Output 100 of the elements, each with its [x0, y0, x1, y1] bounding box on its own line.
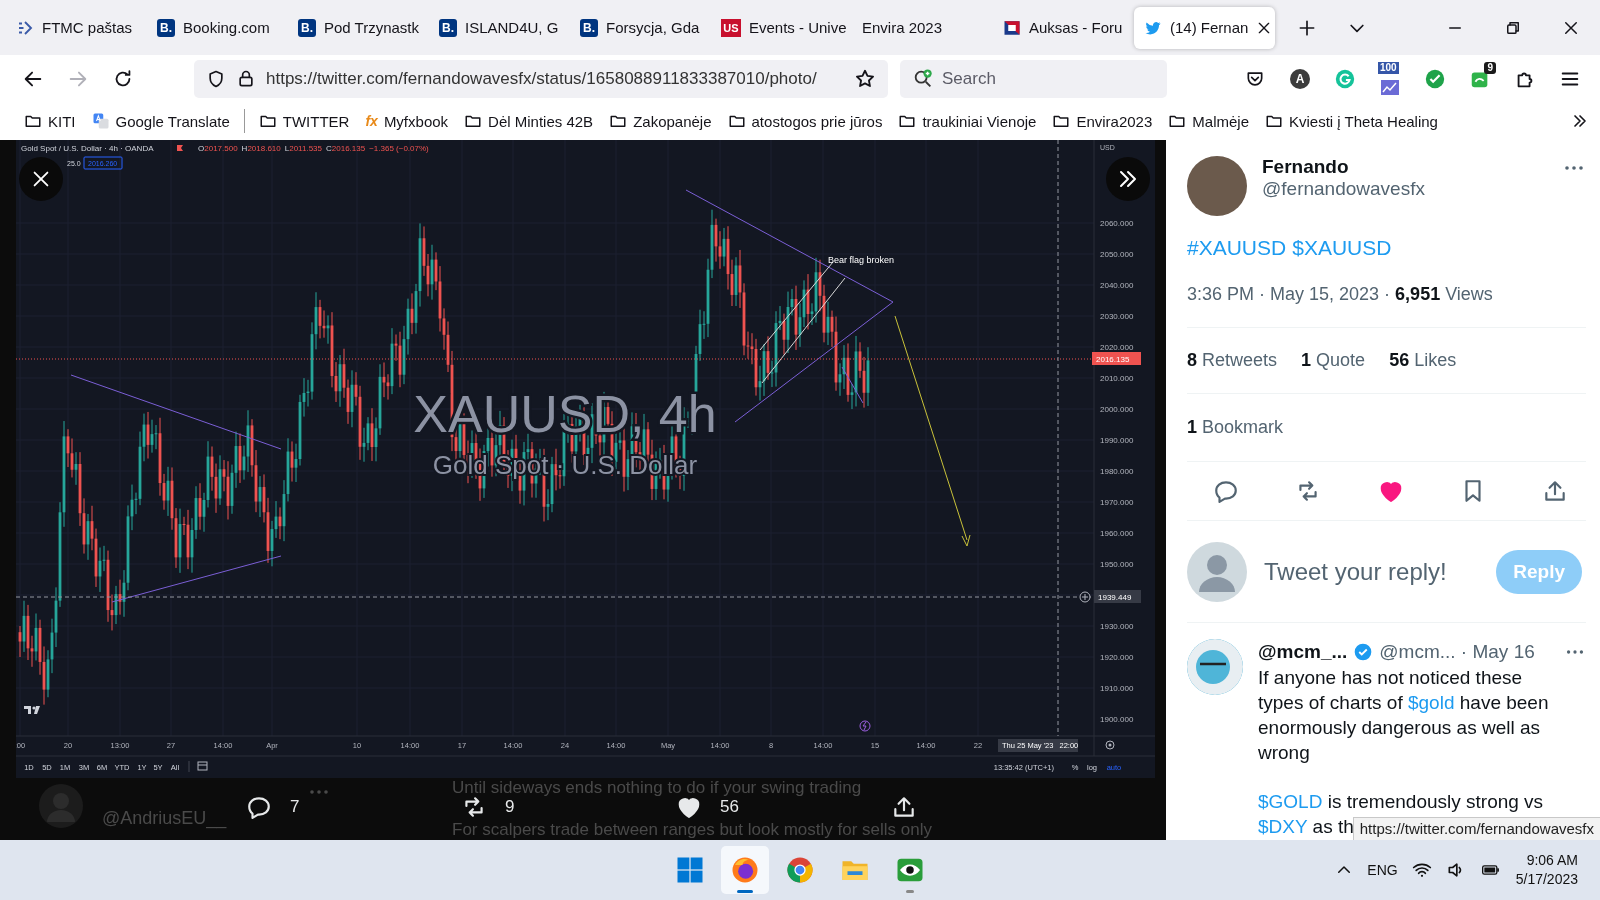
favicon: B.: [157, 18, 175, 37]
clock[interactable]: 9:06 AM 5/17/2023: [1515, 851, 1578, 889]
price-label: 1900.000: [1100, 715, 1134, 724]
bookmark-count[interactable]: 1 Bookmark: [1187, 417, 1284, 438]
browser-tab[interactable]: B. ISLAND4U, G: [429, 6, 570, 49]
browser-tab[interactable]: US Events - Unive: [711, 6, 852, 49]
browser-tab[interactable]: (14) Fernan: [1134, 6, 1275, 49]
search-field[interactable]: Search: [900, 59, 1167, 98]
ftmc-logo-icon: [16, 18, 34, 37]
price-label: 2020.000: [1100, 343, 1134, 352]
reply-author[interactable]: @mcm_...: [1258, 641, 1348, 663]
favicon: B.: [298, 18, 316, 37]
ohlc-readout: O2017.500 H2018.610 L2011.535 C2016.135 −1.365 (−0.07%): [198, 144, 429, 153]
bookmark-item[interactable]: Envira2023: [1046, 109, 1159, 133]
extension-badge: 9: [1484, 61, 1496, 74]
reply-icon[interactable]: [1213, 478, 1239, 504]
link-preview: https://twitter.com/fernandowavesfx: [1359, 820, 1594, 837]
bookmark-item[interactable]: Malmėje: [1162, 109, 1255, 133]
reply-icon[interactable]: [246, 794, 272, 820]
tab-title: Envira 2023: [862, 19, 944, 36]
author-handle[interactable]: @fernandowavesfx: [1262, 178, 1425, 200]
price-label: 1960.000: [1100, 529, 1134, 538]
bookmark-item[interactable]: atostogos prie jūros: [721, 109, 889, 133]
stat-link[interactable]: 56 Likes: [1389, 350, 1457, 371]
profile-letter[interactable]: A: [1290, 68, 1310, 89]
price-label: 1970.000: [1100, 498, 1134, 507]
bookmark-label: KITI: [48, 112, 76, 130]
retweet-count: 9: [505, 797, 515, 817]
reply-input[interactable]: Tweet your reply!: [1264, 557, 1474, 586]
plus-icon: [1079, 591, 1091, 603]
chart-icon[interactable]: [1380, 78, 1400, 96]
bookmark-item[interactable]: fx Myfxbook: [359, 109, 455, 133]
favicon: US: [721, 18, 741, 37]
reply-meta: @mcm... · May 16: [1379, 641, 1535, 663]
star-icon[interactable]: [854, 67, 876, 90]
price-label: 2030.000: [1100, 312, 1134, 321]
price-label: 1920.000: [1100, 653, 1134, 662]
bookmark-item[interactable]: traukiniai Vienoje: [892, 109, 1043, 133]
tweet-meta: 3:36 PM · May 15, 2023 · 6,951 Views: [1187, 284, 1493, 304]
tweet-text: For scalpers trade between ranges but look mostly for sells only: [452, 820, 932, 839]
fx-logo-icon: fx: [365, 113, 378, 129]
bookmark-item[interactable]: Kviesti į Theta Healing: [1259, 109, 1444, 133]
price-label: 2010.000: [1100, 374, 1134, 383]
taskbar-app[interactable]: [721, 846, 769, 894]
browser-tab[interactable]: Auksas - Foru: [993, 6, 1134, 49]
bookmark-label: traukiniai Vienoje: [922, 112, 1037, 130]
tab-title: (14) Fernan: [1170, 19, 1249, 36]
address-bar[interactable]: https://twitter.com/fernandowavesfx/status/1658088911833387010/photo/: [194, 59, 888, 98]
translate-icon: [91, 112, 110, 130]
bookmark-label: Envira2023: [1076, 112, 1153, 130]
price-label: 2000.000: [1100, 405, 1134, 414]
bookmark-item[interactable]: Zakopanėje: [603, 109, 718, 133]
stat-link[interactable]: 8 Retweets: [1187, 350, 1278, 371]
author-handle: @AndriusEU__: [102, 808, 227, 829]
bookmark-label: TWITTER: [282, 112, 350, 130]
circle-logo-icon: [1334, 67, 1356, 90]
browser-tab[interactable]: Envira 2023: [852, 6, 993, 49]
reply-count: 7: [290, 797, 300, 817]
price-label: 1930.000: [1100, 622, 1134, 631]
browser-tab[interactable]: FTMC paštas: [6, 6, 147, 49]
share-icon[interactable]: [891, 794, 917, 820]
settings-icon: [1105, 740, 1115, 750]
tab-title: Events - Unive: [749, 19, 847, 36]
bookmark-label: atostogos prie jūros: [751, 112, 883, 130]
language-indicator[interactable]: ENG: [1367, 862, 1398, 878]
stat-link[interactable]: 1 Quote: [1301, 350, 1366, 371]
favicon: B.: [439, 18, 457, 37]
tv-logo-icon: [24, 706, 40, 714]
price-label: 2050.000: [1100, 250, 1134, 259]
flag-icon: [1003, 18, 1021, 37]
calendar-icon: [197, 761, 208, 771]
avatar[interactable]: [1187, 156, 1247, 216]
bookmark-label: Malmėje: [1192, 112, 1249, 130]
share-icon[interactable]: [1542, 478, 1568, 504]
tab-title: FTMC paštas: [42, 19, 133, 36]
bookmark-item[interactable]: KITI: [18, 109, 82, 133]
shield-icon[interactable]: [206, 68, 226, 89]
url-text: https://twitter.com/fernandowavesfx/status/1658088911833387010/photo/: [266, 68, 818, 89]
bookmark-label: Kviesti į Theta Healing: [1289, 112, 1438, 130]
reply-text: If anyone has not noticed these types of charts of $gold have been enormously dangerous as well as wrong: [1258, 666, 1550, 765]
avatar-drawing: [1187, 639, 1243, 695]
favicon: B.: [580, 18, 598, 37]
price-label: 1990.000: [1100, 436, 1134, 445]
like-count: 56: [720, 797, 739, 817]
firefox-icon: [730, 855, 760, 885]
tweet-text: Until sideways ends nothing to do if your swing trading: [452, 778, 862, 797]
bookmark-item[interactable]: Dėl Minties 42B: [458, 109, 600, 133]
browser-tab[interactable]: B. Booking.com: [147, 6, 288, 49]
bookmark-item[interactable]: TWITTER: [252, 109, 356, 133]
bookmark-item[interactable]: Google Translate: [85, 109, 236, 133]
browser-tab[interactable]: B. Pod Trzynastk: [288, 6, 429, 49]
crosshair-price-label: 1939.449: [1094, 590, 1141, 603]
price-label: 2040.000: [1100, 281, 1134, 290]
bookmark-label: Zakopanėje: [633, 112, 712, 130]
browser-tab[interactable]: B. Forsycja, Gda: [570, 6, 711, 49]
symbol-title: Gold Spot / U.S. Dollar · 4h · OANDA: [21, 144, 154, 153]
price-label: 1980.000: [1100, 467, 1134, 476]
search-icon: [912, 67, 934, 90]
bookmark-label: Myfxbook: [383, 112, 449, 130]
author-name[interactable]: Fernando: [1262, 156, 1425, 178]
